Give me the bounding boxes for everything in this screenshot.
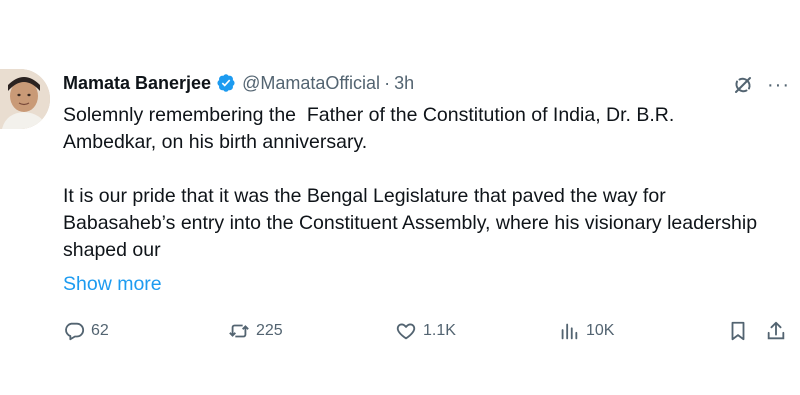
author-handle[interactable]: @MamataOfficial [242, 73, 380, 94]
tweet-header: Mamata Banerjee @MamataOfficial · 3h [63, 70, 414, 96]
like-button[interactable]: 1.1K [395, 318, 456, 344]
views-icon [561, 323, 578, 340]
repost-button[interactable]: 225 [228, 318, 283, 344]
tweet-timestamp[interactable]: 3h [394, 73, 414, 94]
repost-count: 225 [256, 322, 283, 339]
repost-icon [229, 324, 249, 338]
tweet-paragraph-1: Solemnly remembering the Father of the C… [63, 104, 679, 153]
show-more-link[interactable]: Show more [63, 273, 162, 296]
avatar-image [0, 69, 50, 129]
views-button[interactable]: 10K [558, 318, 614, 344]
grok-icon[interactable] [731, 73, 755, 97]
more-icon[interactable]: ··· [767, 75, 791, 95]
tweet-text: Solemnly remembering the Father of the C… [63, 102, 763, 264]
like-count: 1.1K [423, 322, 456, 339]
reply-icon [65, 322, 85, 341]
tweet-card[interactable]: Mamata Banerjee @MamataOfficial · 3h ···… [0, 0, 800, 395]
bookmark-icon [731, 321, 745, 341]
avatar[interactable] [0, 69, 50, 129]
verified-badge-icon [216, 73, 236, 93]
action-bar: 62 225 1.1K 10K [63, 318, 793, 344]
share-button[interactable] [765, 318, 793, 344]
separator-dot: · [384, 72, 391, 93]
like-icon [396, 323, 416, 340]
share-icon [767, 321, 785, 340]
views-count: 10K [586, 322, 615, 339]
bookmark-button[interactable] [727, 318, 755, 344]
reply-count: 62 [91, 322, 109, 339]
reply-button[interactable]: 62 [63, 318, 109, 344]
author-name[interactable]: Mamata Banerjee [63, 73, 211, 94]
tweet-paragraph-2: It is our pride that it was the Bengal L… [63, 185, 763, 261]
